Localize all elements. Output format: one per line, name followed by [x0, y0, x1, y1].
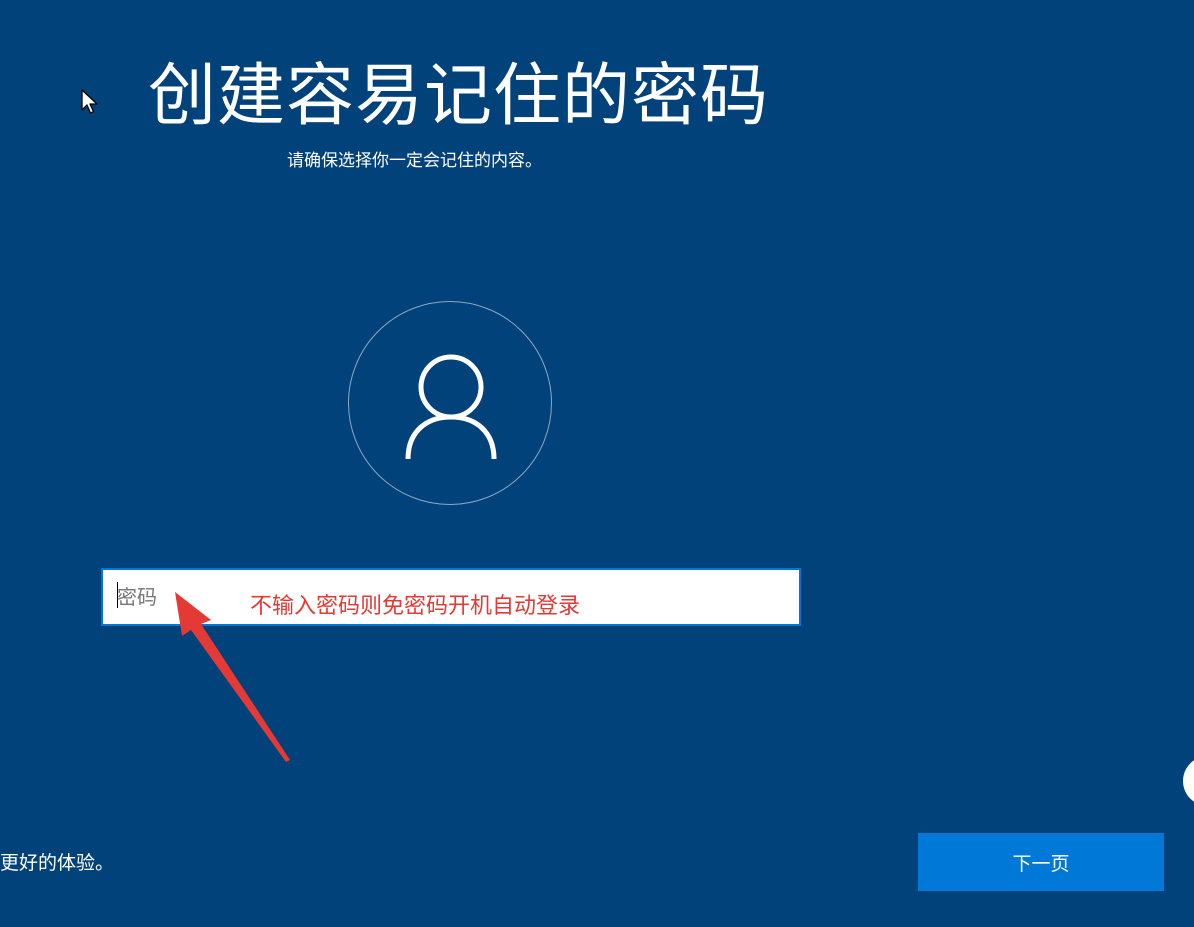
mouse-pointer-icon: [81, 89, 98, 114]
user-icon: [405, 354, 497, 460]
page-title: 创建容易记住的密码: [148, 57, 770, 136]
page-subtitle: 请确保选择你一定会记住的内容。: [287, 151, 542, 171]
partial-round-button[interactable]: [1183, 756, 1194, 806]
next-button[interactable]: 下一页: [918, 833, 1164, 891]
red-arrow-icon: [175, 592, 290, 762]
avatar: [348, 301, 552, 505]
text-caret: [117, 582, 118, 608]
footer-text: 更好的体验。: [0, 852, 115, 874]
